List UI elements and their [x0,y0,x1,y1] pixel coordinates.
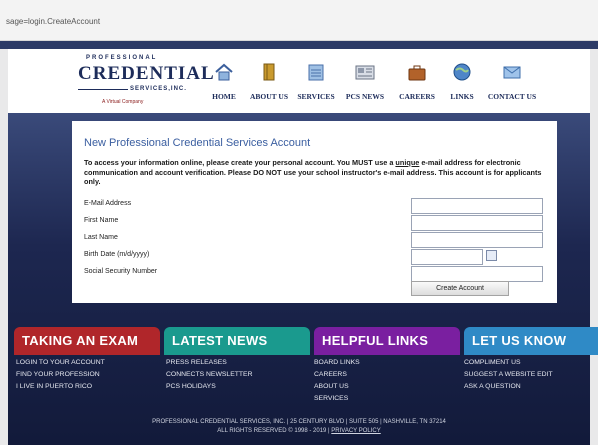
desc-underline: unique [395,158,420,167]
last-name-field[interactable] [411,232,543,248]
tab-latest-news[interactable]: LATEST NEWS [164,327,310,355]
site-logo[interactable]: PROFESSIONAL CREDENTIAL SERVICES,INC. A … [78,55,214,111]
link-pcs-holidays[interactable]: PCS HOLIDAYS [166,381,312,393]
feedback-links: COMPLIMENT US SUGGEST A WEBSITE EDIT ASK… [464,357,598,393]
link-board-links[interactable]: BOARD LINKS [314,357,460,369]
tab-let-us-know[interactable]: LET US KNOW [464,327,598,355]
footer-copyright: ALL RIGHTS RESERVED © 1998 - 2019 | PRIV… [8,427,590,436]
birth-date-label: Birth Date (m/d/yyyy) [84,251,150,258]
home-icon [215,63,233,81]
link-find-profession[interactable]: FIND YOUR PROFESSION [16,369,162,381]
nav-links[interactable]: LINKS [436,57,488,101]
nav-pcs-news[interactable]: PCS NEWS [339,57,391,101]
logo-line3: SERVICES,INC. [130,86,187,92]
field-row-email: E-Mail Address [84,198,544,214]
email-label: E-Mail Address [84,200,132,207]
copyright-text: ALL RIGHTS RESERVED © 1998 - 2019 | [217,428,332,434]
form-description: To access your information online, pleas… [84,158,548,187]
link-services[interactable]: SERVICES [314,393,460,405]
first-name-label: First Name [84,217,119,224]
logo-line1: PROFESSIONAL [86,55,158,61]
logo-line4: A Virtual Company [102,99,144,105]
desc-part1: To access your information online, pleas… [84,158,396,167]
create-account-panel: New Professional Credential Services Acc… [72,121,557,303]
newspaper-icon [355,65,375,80]
site-header: PROFESSIONAL CREDENTIAL SERVICES,INC. A … [8,49,590,113]
link-connects-newsletter[interactable]: CONNECTS NEWSLETTER [166,369,312,381]
email-field[interactable] [411,198,543,214]
tab-taking-an-exam[interactable]: TAKING AN EXAM [14,327,160,355]
browser-address-bar[interactable]: sage=login.CreateAccount [0,0,598,41]
link-careers[interactable]: CAREERS [314,369,460,381]
field-row-ssn: Social Security Number [84,266,544,282]
document-icon [308,64,324,81]
nav-label: CONTACT US [487,92,537,101]
nav-contact-us[interactable]: CONTACT US [482,57,542,101]
form-title: New Professional Credential Services Acc… [84,137,311,149]
globe-icon [453,63,471,81]
ssn-label: Social Security Number [84,268,158,275]
bottom-link-columns: LOGIN TO YOUR ACCOUNT FIND YOUR PROFESSI… [14,357,598,402]
calendar-icon[interactable] [486,250,497,261]
logo-line2: CREDENTIAL [78,63,215,84]
tab-helpful-links[interactable]: HELPFUL LINKS [314,327,460,355]
ssn-field[interactable] [411,266,543,282]
nav-label: PCS NEWS [345,92,385,101]
top-band [0,41,598,49]
nav-label: LINKS [450,92,474,101]
link-ask-question[interactable]: ASK A QUESTION [464,381,598,393]
field-row-birth-date: Birth Date (m/d/yyyy) [84,249,544,265]
first-name-field[interactable] [411,215,543,231]
exam-links: LOGIN TO YOUR ACCOUNT FIND YOUR PROFESSI… [16,357,162,393]
nav-services[interactable]: SERVICES [290,57,342,101]
link-suggest-edit[interactable]: SUGGEST A WEBSITE EDIT [464,369,598,381]
field-row-first-name: First Name [84,215,544,231]
last-name-label: Last Name [84,234,118,241]
birth-date-field[interactable] [411,249,483,265]
helpful-links: BOARD LINKS CAREERS ABOUT US SERVICES [314,357,460,405]
book-icon [263,63,275,81]
field-row-last-name: Last Name [84,232,544,248]
create-account-button[interactable]: Create Account [411,281,509,296]
nav-label: ABOUT US [250,92,288,101]
link-about-us[interactable]: ABOUT US [314,381,460,393]
nav-about-us[interactable]: ABOUT US [243,57,295,101]
nav-label: SERVICES [297,92,335,101]
link-compliment-us[interactable]: COMPLIMENT US [464,357,598,369]
link-login-account[interactable]: LOGIN TO YOUR ACCOUNT [16,357,162,369]
contact-icon [503,66,521,79]
briefcase-icon [408,65,426,81]
privacy-policy-link[interactable]: PRIVACY POLICY [331,428,380,434]
site-footer: PROFESSIONAL CREDENTIAL SERVICES, INC. |… [8,418,590,436]
url-text[interactable]: sage=login.CreateAccount [6,17,100,26]
link-puerto-rico[interactable]: I LIVE IN PUERTO RICO [16,381,162,393]
footer-address: PROFESSIONAL CREDENTIAL SERVICES, INC. |… [152,419,446,425]
bottom-tabs: TAKING AN EXAM LATEST NEWS HELPFUL LINKS… [14,327,598,355]
link-press-releases[interactable]: PRESS RELEASES [166,357,312,369]
logo-rule [78,89,128,90]
news-links: PRESS RELEASES CONNECTS NEWSLETTER PCS H… [166,357,312,393]
